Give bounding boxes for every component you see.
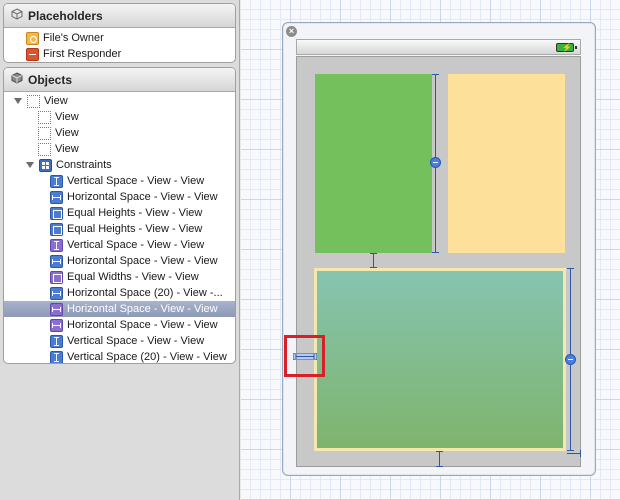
vertical-space-icon <box>50 350 63 363</box>
files-owner-label: File's Owner <box>43 32 104 44</box>
charging-bolt-icon: ⚡ <box>562 43 572 52</box>
simulated-status-bar: ⚡ <box>296 39 581 55</box>
horizontal-space-icon <box>50 302 63 316</box>
horizontal-space-icon <box>50 254 63 268</box>
tree-item-constraints[interactable]: Constraints <box>4 157 235 173</box>
constraint-label: Horizontal Space - View - View <box>67 319 218 331</box>
constraint-label: Horizontal Space (20) - View -... <box>67 287 223 299</box>
constraint-cap <box>370 267 377 268</box>
cube-icon <box>11 72 23 87</box>
tree-item-view[interactable]: View <box>4 125 235 141</box>
bottom-space-constraint-line[interactable] <box>439 451 440 467</box>
constraint-label: Horizontal Space - View - View <box>67 303 218 315</box>
placeholders-title: Placeholders <box>28 8 103 23</box>
constraint-cap <box>567 268 574 269</box>
constraint-item[interactable]: Horizontal Space (20) - View -... <box>4 285 235 301</box>
vertical-space-icon <box>50 334 63 348</box>
constraint-knob-icon[interactable] <box>565 354 576 365</box>
constraint-item[interactable]: Equal Heights - View - View <box>4 205 235 221</box>
constraint-item[interactable]: Horizontal Space - View - View <box>4 317 235 333</box>
placeholders-header[interactable]: Placeholders <box>4 4 235 28</box>
files-owner-item[interactable]: File's Owner <box>4 30 235 46</box>
vertical-space-icon <box>50 238 63 252</box>
constraint-cap <box>580 450 581 457</box>
constraint-item[interactable]: Vertical Space - View - View <box>4 237 235 253</box>
horizontal-space-icon <box>50 190 63 204</box>
interface-builder-canvas[interactable]: × ⚡ <box>241 0 620 500</box>
tree-item-view-root[interactable]: View <box>4 93 235 109</box>
constraint-label: Vertical Space - View - View <box>67 239 205 251</box>
constraint-cap <box>567 450 574 451</box>
constraint-cap <box>432 252 439 253</box>
view-icon <box>38 142 51 156</box>
constraint-item[interactable]: Equal Heights - View - View <box>4 221 235 237</box>
tree-item-label: View <box>55 143 79 155</box>
constraint-label: Horizontal Space - View - View <box>67 191 218 203</box>
equal-widths-icon <box>50 270 63 284</box>
horizontal-space-icon <box>50 318 63 332</box>
objects-header[interactable]: Objects <box>4 68 235 92</box>
cube-icon <box>11 8 23 23</box>
constraint-cap <box>432 74 439 75</box>
constraint-label: Equal Widths - View - View <box>67 271 199 283</box>
constraint-item[interactable]: Vertical Space (20) - View - View <box>4 349 235 363</box>
objects-panel: Objects View View View View Constraints … <box>3 67 236 364</box>
files-owner-icon <box>26 31 39 45</box>
placeholders-panel: Placeholders File's Owner First Responde… <box>3 3 236 63</box>
disclosure-triangle-icon[interactable] <box>14 98 22 104</box>
constraint-item-selected[interactable]: Horizontal Space - View - View <box>4 301 235 317</box>
constraint-label: Equal Heights - View - View <box>67 207 203 219</box>
constraint-label: Horizontal Space - View - View <box>67 255 218 267</box>
tree-item-view[interactable]: View <box>4 141 235 157</box>
constraint-label: Vertical Space (20) - View - View <box>67 351 227 363</box>
view-icon <box>38 110 51 124</box>
constraint-cap <box>370 253 377 254</box>
yellow-view[interactable] <box>448 74 565 253</box>
disclosure-triangle-icon[interactable] <box>26 162 34 168</box>
first-responder-label: First Responder <box>43 48 122 60</box>
close-icon[interactable]: × <box>286 26 297 37</box>
tree-item-label: View <box>55 111 79 123</box>
tree-item-label: View <box>55 127 79 139</box>
tree-item-label: View <box>44 95 68 107</box>
equal-heights-icon <box>50 206 63 220</box>
constraints-icon <box>39 158 52 172</box>
constraint-cap <box>436 451 443 452</box>
objects-title: Objects <box>28 72 73 87</box>
vertical-space-constraint-line[interactable] <box>373 253 374 268</box>
constraint-item[interactable]: Equal Widths - View - View <box>4 269 235 285</box>
scene-frame[interactable]: × ⚡ <box>282 22 596 476</box>
constraint-item[interactable]: Vertical Space - View - View <box>4 333 235 349</box>
constraint-item[interactable]: Horizontal Space - View - View <box>4 253 235 269</box>
view-icon <box>27 94 40 108</box>
horizontal-space-icon <box>50 286 63 300</box>
green-view[interactable] <box>315 74 432 253</box>
constraint-label: Vertical Space - View - View <box>67 175 205 187</box>
teal-view[interactable] <box>314 268 566 451</box>
document-outline: Placeholders File's Owner First Responde… <box>0 0 240 500</box>
vertical-space-icon <box>50 174 63 188</box>
battery-icon: ⚡ <box>556 43 577 52</box>
constraint-knob-icon[interactable] <box>430 157 441 168</box>
trailing-constraint-line[interactable] <box>567 453 581 454</box>
root-view[interactable] <box>296 56 581 467</box>
constraint-item[interactable]: Vertical Space - View - View <box>4 173 235 189</box>
constraint-label: Vertical Space - View - View <box>67 335 205 347</box>
tree-item-view[interactable]: View <box>4 109 235 125</box>
first-responder-icon <box>26 47 39 61</box>
view-icon <box>38 126 51 140</box>
selection-highlight-box <box>284 335 325 377</box>
constraint-item[interactable]: Horizontal Space - View - View <box>4 189 235 205</box>
constraint-cap <box>436 466 443 467</box>
tree-item-label: Constraints <box>56 159 112 171</box>
constraint-label: Equal Heights - View - View <box>67 223 203 235</box>
equal-heights-icon <box>50 222 63 236</box>
first-responder-item[interactable]: First Responder <box>4 46 235 62</box>
